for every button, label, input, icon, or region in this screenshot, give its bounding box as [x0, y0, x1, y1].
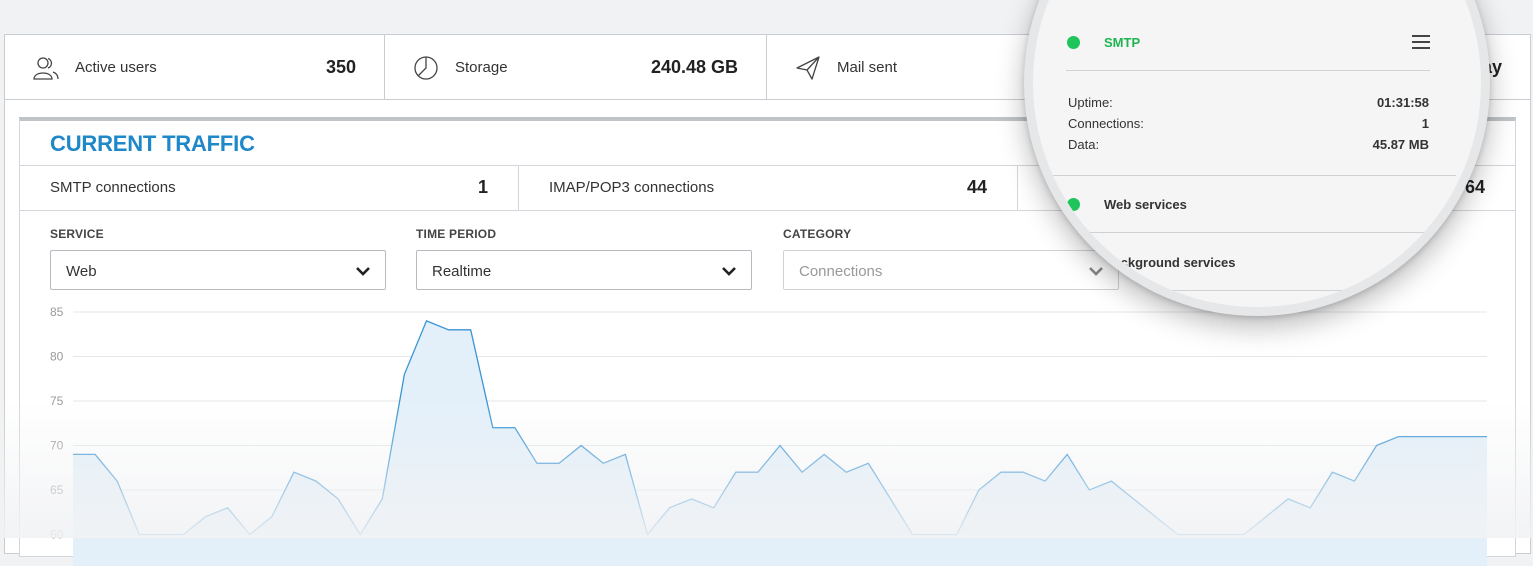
- y-tick-label: 80: [50, 350, 64, 364]
- select-value: Connections: [799, 263, 883, 280]
- y-tick-label: 65: [50, 483, 64, 497]
- status-dot: [1067, 198, 1080, 211]
- service-label: SERVICE: [50, 227, 104, 241]
- status-dot: [1067, 36, 1080, 49]
- stat-label: Mail sent: [837, 59, 898, 76]
- conn-value: 1: [477, 177, 488, 197]
- chevron-down-icon: [722, 267, 736, 276]
- service-name[interactable]: Web services: [1104, 197, 1187, 212]
- service-name[interactable]: Background services: [1104, 255, 1236, 270]
- stat-label: Active users: [75, 59, 157, 76]
- detail-value: 45.87 MB: [1372, 137, 1429, 152]
- paper-plane-icon: [796, 56, 820, 80]
- traffic-chart: 85 80 75 70 65 60: [50, 306, 1487, 566]
- detail-key: Uptime:: [1068, 95, 1113, 110]
- time-period-label: TIME PERIOD: [416, 227, 497, 241]
- select-value: Web: [66, 263, 97, 280]
- stat-active-users: Active users 350: [5, 35, 385, 99]
- detail-key: Data:: [1068, 137, 1100, 152]
- pie-chart-icon: [414, 56, 438, 80]
- divider: [1036, 175, 1456, 176]
- service-name[interactable]: SMTP: [1104, 35, 1140, 50]
- status-dot: [1067, 256, 1080, 269]
- divider: [1036, 232, 1456, 233]
- conn-value: 44: [966, 177, 987, 197]
- section-title: CURRENT TRAFFIC: [50, 131, 255, 156]
- detail-value: 01:31:58: [1376, 95, 1429, 110]
- divider: [1066, 70, 1430, 71]
- stat-storage: Storage 240.48 GB: [385, 35, 767, 99]
- chevron-down-icon: [356, 267, 370, 276]
- y-tick-label: 85: [50, 306, 64, 319]
- stat-label: Storage: [455, 59, 508, 76]
- category-label: CATEGORY: [783, 227, 852, 241]
- users-icon: [33, 57, 59, 80]
- conn-imap: IMAP/POP3 connections 44: [519, 166, 1018, 210]
- stat-value: 350: [325, 57, 356, 77]
- series-area: [73, 320, 1487, 566]
- conn-label: SMTP connections: [50, 179, 176, 196]
- time-period-select[interactable]: Realtime: [416, 250, 752, 290]
- y-tick-label: 70: [50, 439, 64, 453]
- service-select[interactable]: Web: [50, 250, 386, 290]
- stat-value: 240.48 GB: [650, 57, 738, 77]
- hamburger-menu-icon[interactable]: [1412, 35, 1430, 49]
- detail-value: 1: [1421, 116, 1429, 131]
- detail-key: Connections:: [1068, 116, 1144, 131]
- service-magnifier: SMTP Uptime: 01:31:58 Connections: 1 Dat…: [1024, 0, 1490, 316]
- select-value: Realtime: [432, 263, 492, 280]
- y-tick-label: 75: [50, 394, 64, 408]
- y-tick-label: 60: [50, 528, 64, 542]
- conn-smtp: SMTP connections 1: [20, 166, 519, 210]
- conn-label: IMAP/POP3 connections: [549, 179, 715, 196]
- divider: [1036, 290, 1456, 291]
